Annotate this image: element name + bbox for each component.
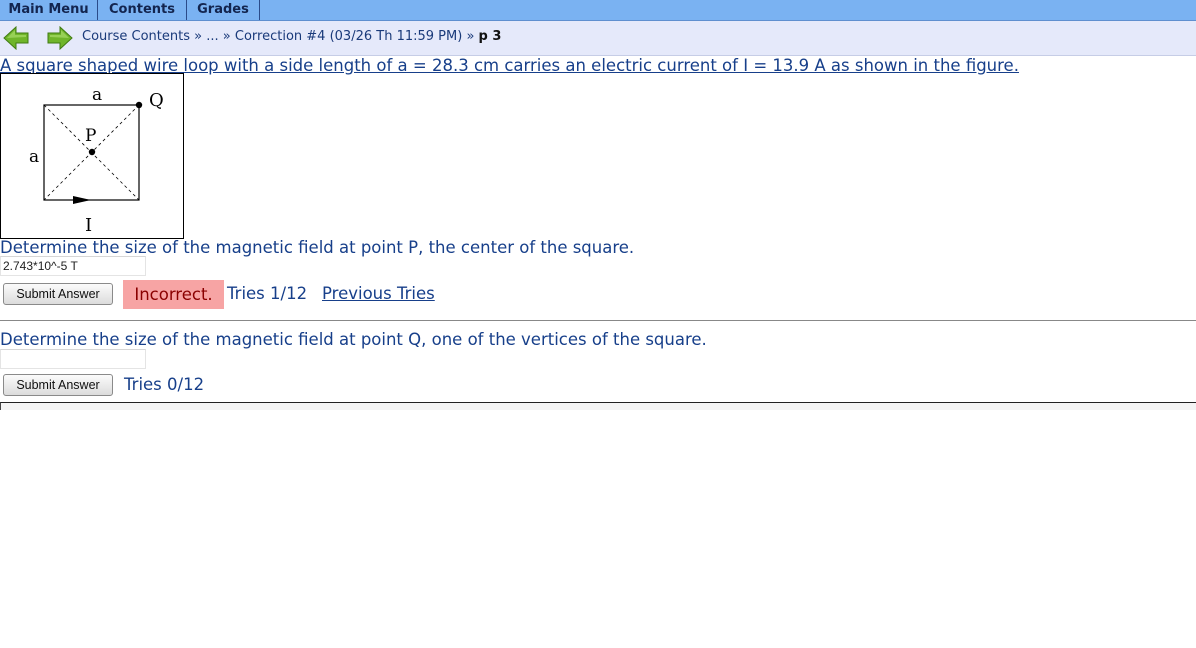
- bottom-frame-edge: [0, 402, 1196, 410]
- breadcrumb-separator: »: [194, 29, 203, 44]
- question-part-2: Determine the size of the magnetic field…: [0, 330, 707, 349]
- breadcrumb: Course Contents » ... » Correction #4 (0…: [82, 29, 501, 44]
- problem-figure: a a P Q I: [0, 73, 184, 239]
- breadcrumb-separator: »: [222, 29, 231, 44]
- submit-answer-button-part-2[interactable]: Submit Answer: [3, 374, 113, 396]
- submit-answer-button-part-1[interactable]: Submit Answer: [3, 283, 113, 305]
- breadcrumb-assignment[interactable]: Correction #4 (03/26 Th 11:59 PM): [235, 29, 462, 44]
- incorrect-status-badge: Incorrect.: [123, 280, 224, 309]
- point-q-dot: [135, 101, 143, 109]
- point-p-dot: [88, 148, 96, 156]
- point-p-label: P: [85, 126, 96, 146]
- section-divider: [0, 320, 1196, 321]
- right-arrow-icon[interactable]: [47, 25, 73, 54]
- breadcrumb-ellipsis[interactable]: ...: [206, 29, 218, 44]
- left-arrow-icon[interactable]: [3, 25, 29, 54]
- current-arrow-icon: [73, 196, 91, 204]
- point-q-label: Q: [149, 90, 164, 111]
- main-menu-tab[interactable]: Main Menu: [0, 0, 98, 20]
- contents-tab[interactable]: Contents: [98, 0, 187, 20]
- answer-input-part-1[interactable]: [0, 256, 146, 276]
- grades-tab[interactable]: Grades: [187, 0, 260, 20]
- top-menu-bar: Main Menu Contents Grades: [0, 0, 1196, 21]
- current-label: I: [85, 215, 92, 236]
- previous-tries-link[interactable]: Previous Tries: [322, 284, 435, 303]
- breadcrumb-separator: »: [466, 29, 475, 44]
- breadcrumb-course-contents[interactable]: Course Contents: [82, 29, 190, 44]
- breadcrumb-current-page: p 3: [478, 29, 502, 44]
- answer-input-part-2[interactable]: [0, 349, 146, 369]
- question-part-1: Determine the size of the magnetic field…: [0, 238, 635, 257]
- top-side-label: a: [92, 85, 102, 105]
- tries-counter-part-2: Tries 0/12: [124, 375, 205, 394]
- tries-counter-part-1: Tries 1/12: [227, 284, 308, 303]
- navigation-bar: Course Contents » ... » Correction #4 (0…: [0, 21, 1196, 56]
- left-side-label: a: [29, 147, 39, 167]
